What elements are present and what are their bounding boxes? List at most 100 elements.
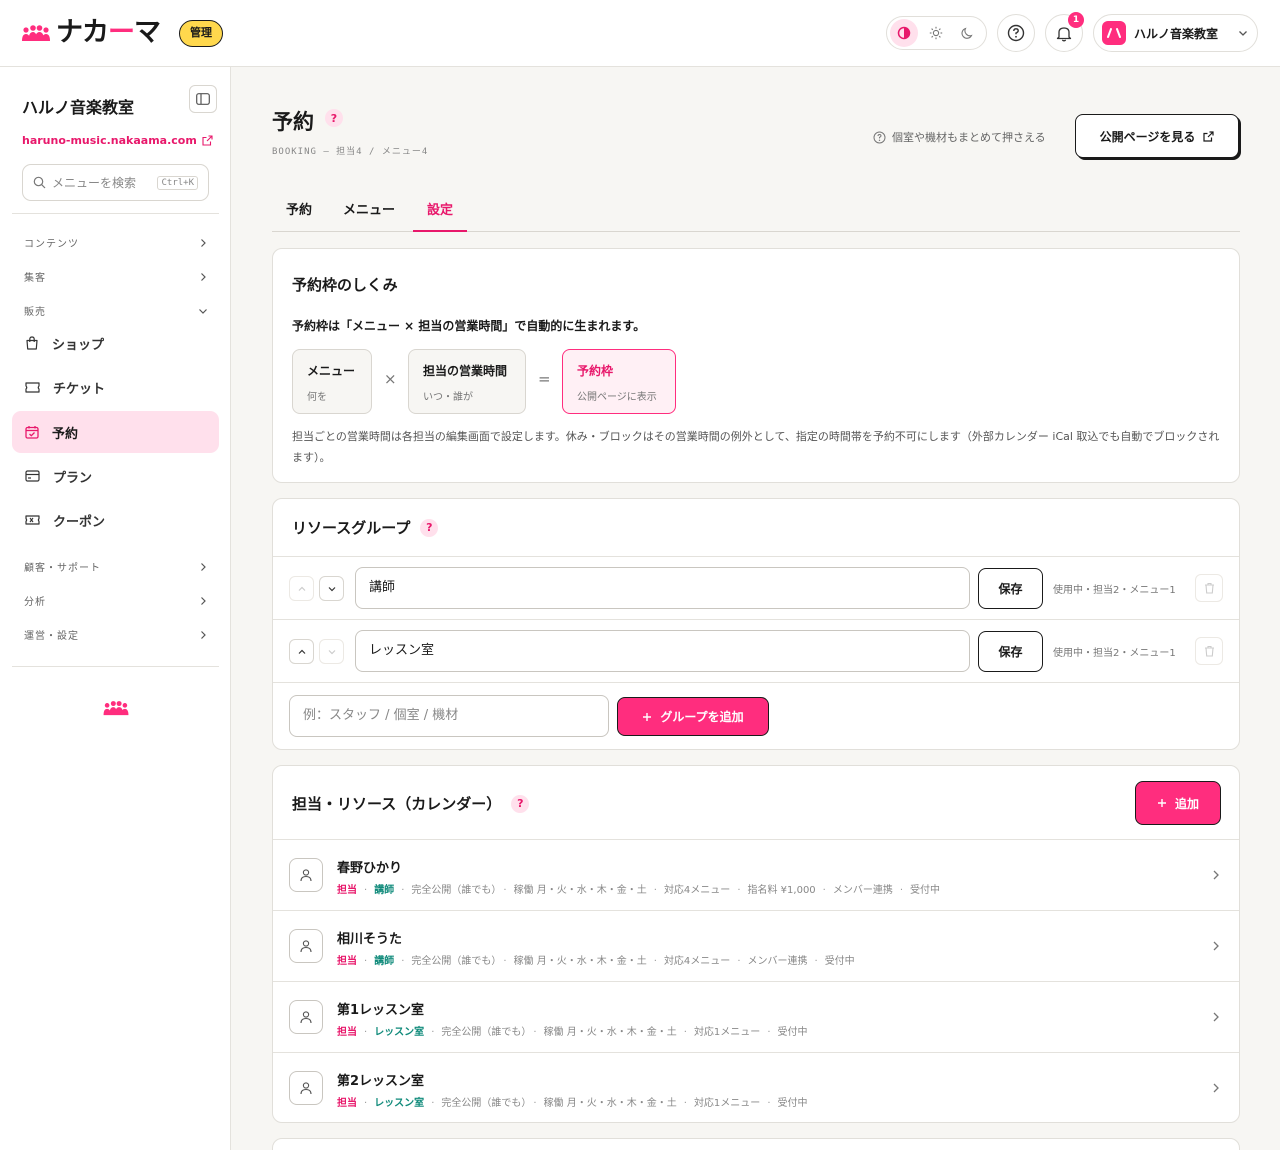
save-button[interactable]: 保存	[978, 631, 1043, 672]
sidebar-item-label: チケット	[53, 381, 106, 397]
section-label: 分析	[24, 597, 46, 608]
resource-days: 稼働 月・火・水・木・金・土	[513, 956, 647, 967]
add-resource-button[interactable]: 追加	[1135, 781, 1221, 825]
sidebar-section-marketing[interactable]: 集客	[24, 269, 208, 284]
chevron-right-icon	[201, 562, 206, 571]
sidebar-section-contents[interactable]: コンテンツ	[24, 235, 208, 250]
shopping-bag-icon	[26, 336, 38, 350]
sidebar-item-ticket[interactable]: チケット	[12, 366, 219, 408]
chevron-right-icon	[1213, 870, 1219, 880]
app-logo[interactable]: ナカーマ	[22, 18, 161, 48]
sidebar-section-customer[interactable]: 顧客・サポート	[24, 559, 208, 574]
box-subtitle: 何を	[307, 392, 327, 403]
delete-group-button[interactable]	[1195, 574, 1223, 602]
resource-fee: 指名料 ¥1,000	[747, 885, 816, 896]
chevron-down-icon	[1239, 31, 1247, 36]
sidebar-panel-icon	[196, 93, 210, 105]
resources-help-icon[interactable]: ?	[511, 794, 530, 813]
sidebar-item-booking[interactable]: 予約	[12, 411, 219, 453]
resource-name: 春野ひかり	[337, 861, 403, 876]
card-title: 担当・リソース（カレンダー）	[292, 795, 502, 813]
tab-booking[interactable]: 予約	[272, 190, 326, 232]
sidebar: ハルノ音楽教室 haruno-music.nakaama.com メニューを検索…	[0, 67, 231, 1150]
dark-theme-button[interactable]	[954, 19, 982, 47]
card-title: リソースグループ	[292, 519, 411, 537]
resource-status: 受付中	[824, 956, 855, 967]
plus-icon	[643, 712, 652, 721]
search-placeholder: メニューを検索	[52, 176, 137, 190]
contrast-theme-button[interactable]	[890, 19, 918, 47]
save-button[interactable]: 保存	[978, 568, 1043, 609]
resource-group: 講師	[374, 956, 395, 967]
sidebar-collapse-button[interactable]	[189, 85, 217, 113]
external-link-icon	[1203, 130, 1214, 142]
resource-groups-help-icon[interactable]: ?	[420, 518, 439, 537]
box-title: メニュー	[307, 364, 356, 378]
mechanism-note: 担当ごとの営業時間は各担当の編集画面で設定します。休み・ブロックはその営業時間の…	[292, 430, 1220, 464]
contrast-icon	[897, 26, 911, 40]
sidebar-title: ハルノ音楽教室	[22, 98, 135, 117]
slot-box: 予約枠 公開ページに表示	[562, 349, 676, 414]
resource-meta: 担当 · レッスン室 · 完全公開（誰でも） · 稼働 月・火・水・木・金・土 · 対応1メニュ…	[337, 1098, 808, 1109]
resource-row[interactable]: 相川そうた 担当 · 講師 · 完全公開（誰でも） · 稼働 月・火・水・木・金・土 · 対応4…	[273, 910, 1239, 981]
help-button[interactable]	[997, 14, 1035, 52]
resource-name: 相川そうた	[337, 932, 403, 947]
move-up-button[interactable]	[289, 639, 314, 664]
site-domain-link[interactable]: haruno-music.nakaama.com	[22, 134, 213, 147]
resource-groups-card: リソースグループ ? 講師 保存 使用中・担当2・メニュー1 レッスン室 保存 …	[272, 498, 1240, 750]
next-section-card	[272, 1138, 1240, 1150]
resource-status: 受付中	[777, 1098, 808, 1109]
resource-days: 稼働 月・火・水・木・金・土	[543, 1098, 677, 1109]
notification-button[interactable]: 1	[1045, 12, 1084, 52]
resource-row[interactable]: 第1レッスン室 担当 · レッスン室 · 完全公開（誰でも） · 稼働 月・火・水・木・金・…	[273, 981, 1239, 1052]
group-name-input[interactable]: レッスン室	[355, 630, 970, 672]
move-down-button[interactable]	[319, 639, 344, 664]
chevron-down-icon	[199, 308, 207, 314]
view-public-page-button[interactable]: 公開ページを見る	[1075, 114, 1239, 158]
title-help-icon[interactable]: ?	[325, 109, 343, 127]
tab-settings[interactable]: 設定	[413, 190, 468, 232]
menu-box: メニュー 何を	[292, 349, 372, 414]
sidebar-section-sales[interactable]: 販売	[24, 303, 208, 318]
add-group-button[interactable]: グループを追加	[617, 697, 769, 736]
section-label: 顧客・サポート	[24, 563, 101, 574]
account-menu-button[interactable]: ハルノ音楽教室	[1093, 14, 1258, 52]
resource-group: レッスン室	[374, 1098, 425, 1109]
move-down-button[interactable]	[319, 576, 344, 601]
resource-group: レッスン室	[374, 1027, 425, 1038]
page-title: 予約	[272, 110, 314, 134]
sidebar-search-input[interactable]: メニューを検索 Ctrl+K	[22, 164, 209, 201]
resource-row[interactable]: 春野ひかり 担当 · 講師 · 完全公開（誰でも） · 稼働 月・火・水・木・金・土 · 対応4…	[273, 839, 1239, 910]
resource-group-row: 講師 保存 使用中・担当2・メニュー1	[273, 556, 1239, 619]
delete-group-button[interactable]	[1195, 637, 1223, 665]
button-label: 追加	[1174, 796, 1199, 811]
chevron-right-icon	[201, 596, 206, 605]
group-usage-meta: 使用中・担当2・メニュー1	[1053, 585, 1176, 596]
new-group-input[interactable]: 例：スタッフ / 個室 / 機材	[289, 695, 609, 737]
top-header: ナカーマ 管理 1 ハルノ音楽教室	[0, 0, 1280, 67]
sidebar-item-plan[interactable]: プラン	[12, 455, 219, 497]
group-name-input[interactable]: 講師	[355, 567, 970, 609]
breadcrumb: BOOKING — 担当4 / メニュー4	[272, 147, 429, 157]
sidebar-section-operations[interactable]: 運営・設定	[24, 627, 208, 642]
light-theme-button[interactable]	[922, 19, 950, 47]
account-avatar	[1102, 21, 1126, 45]
tab-menu[interactable]: メニュー	[329, 190, 409, 232]
card-title-row: リソースグループ ?	[292, 517, 439, 538]
chevron-right-icon	[1213, 1083, 1219, 1093]
resource-row[interactable]: 第2レッスン室 担当 · レッスン室 · 完全公開（誰でも） · 稼働 月・火・水・木・金・…	[273, 1052, 1239, 1123]
resource-visibility: 完全公開（誰でも）	[441, 1027, 527, 1038]
sidebar-section-analytics[interactable]: 分析	[24, 593, 208, 608]
move-up-button[interactable]	[289, 576, 314, 601]
user-icon	[300, 1082, 312, 1095]
sidebar-item-shop[interactable]: ショップ	[12, 322, 219, 364]
button-label: 公開ページを見る	[1099, 129, 1196, 144]
page-tabs: 予約 メニュー 設定	[272, 190, 1240, 232]
resources-card: 担当・リソース（カレンダー） ? 追加 春野ひかり 担当 · 講師 · 完全公開（誰でも…	[272, 765, 1240, 1123]
chevron-right-icon	[201, 630, 206, 639]
plus-icon	[1157, 799, 1166, 807]
sidebar-item-label: プラン	[53, 470, 93, 486]
sidebar-item-coupon[interactable]: クーポン	[12, 499, 219, 541]
equals-operator: =	[538, 370, 551, 388]
user-icon	[300, 940, 312, 953]
